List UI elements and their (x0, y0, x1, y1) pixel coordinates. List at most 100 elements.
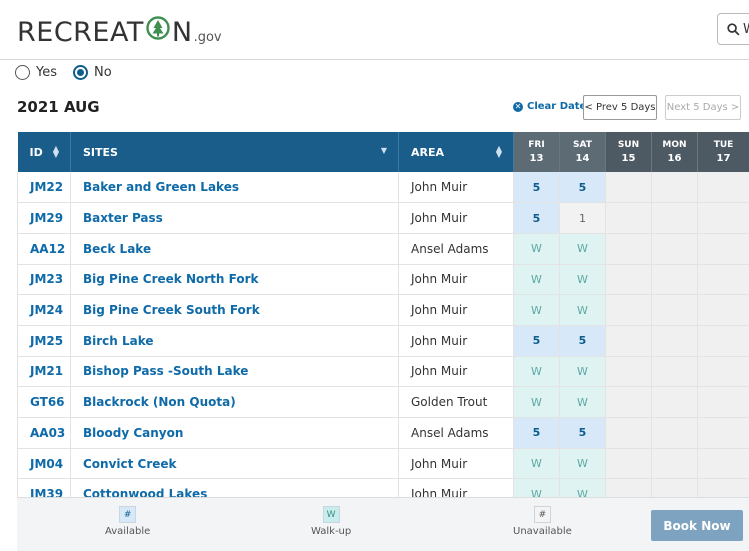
availability-cell[interactable]: 5 (513, 325, 560, 357)
day-header-sun-15: SUN 15 (605, 132, 652, 172)
availability-cell (605, 172, 652, 204)
availability-cell[interactable]: W (513, 356, 560, 388)
column-header-id[interactable]: ID ▲ ▼ (17, 132, 71, 172)
radio-yes-circle[interactable] (15, 65, 30, 80)
radio-no[interactable]: No (73, 65, 112, 80)
legend-walkup: W Walk-up (311, 506, 351, 537)
table-row: JM24 Big Pine Creek South Fork John Muir W W (17, 294, 749, 326)
site-name-link[interactable]: Bloody Canyon (70, 417, 399, 449)
site-name-link[interactable]: Baker and Green Lakes (70, 172, 399, 204)
site-name-link[interactable]: Birch Lake (70, 325, 399, 357)
search-input[interactable]: W (717, 13, 749, 45)
month-title: 2021 AUG (17, 98, 100, 116)
availability-cell[interactable]: W (513, 448, 560, 480)
availability-cell: 1 (559, 202, 606, 234)
site-id-link[interactable]: JM24 (17, 294, 71, 326)
search-icon (727, 22, 740, 35)
site-name-link[interactable]: Big Pine Creek South Fork (70, 294, 399, 326)
availability-cell[interactable]: W (513, 386, 560, 418)
availability-cell[interactable]: 5 (513, 202, 560, 234)
table-row: JM23 Big Pine Creek North Fork John Muir W W (17, 264, 749, 296)
availability-cell[interactable]: W (513, 294, 560, 326)
next-5-days-button[interactable]: Next 5 Days > (665, 95, 741, 120)
site-id-link[interactable]: GT66 (17, 386, 71, 418)
site-id-link[interactable]: AA12 (17, 233, 71, 265)
availability-cell[interactable]: 5 (559, 417, 606, 449)
day-header-sat-14: SAT 14 (559, 132, 606, 172)
site-name-link[interactable]: Bishop Pass -South Lake (70, 356, 399, 388)
availability-cell[interactable]: W (559, 478, 606, 497)
site-name-link[interactable]: Cottonwood Lakes (70, 478, 399, 497)
day-date: 15 (621, 153, 636, 164)
availability-cell[interactable]: W (513, 264, 560, 296)
site-id-link[interactable]: JM29 (17, 202, 71, 234)
table-row: GT66 Blackrock (Non Quota) Golden Trout W W (17, 386, 749, 418)
day-date: 13 (529, 153, 544, 164)
recreation-gov-logo[interactable]: RECRE AT N .gov (17, 15, 222, 48)
day-date: 14 (575, 153, 590, 164)
radio-no-circle[interactable] (73, 65, 88, 80)
availability-table-container[interactable]: ID ▲ ▼ SITES ▼ AREA ▲ ▼ FRI 13 SAT 14 SUN 15 MON… (17, 132, 749, 497)
availability-cell (605, 294, 652, 326)
availability-cell[interactable]: 5 (513, 172, 560, 204)
column-header-area-label: AREA (411, 145, 445, 159)
sort-icon[interactable]: ▲ ▼ (53, 145, 59, 159)
availability-cell (697, 172, 749, 204)
availability-cell (651, 264, 698, 296)
site-id-link[interactable]: JM25 (17, 325, 71, 357)
column-header-area[interactable]: AREA ▲ ▼ (398, 132, 514, 172)
site-name-link[interactable]: Big Pine Creek North Fork (70, 264, 399, 296)
radio-yes[interactable]: Yes (15, 65, 57, 80)
availability-cell (605, 356, 652, 388)
close-icon: ✕ (513, 101, 523, 112)
legend-available: # Available (105, 506, 150, 537)
prev-5-days-button[interactable]: < Prev 5 Days (583, 95, 657, 120)
radio-yes-label: Yes (36, 65, 57, 80)
site-id-link[interactable]: JM04 (17, 448, 71, 480)
availability-cell[interactable]: 5 (559, 325, 606, 357)
site-id-link[interactable]: JM23 (17, 264, 71, 296)
availability-cell[interactable]: W (513, 478, 560, 497)
logo-text-mid: AT (110, 17, 144, 48)
site-id-link[interactable]: JM39 (17, 478, 71, 497)
availability-cell[interactable]: W (559, 264, 606, 296)
site-id-link[interactable]: JM22 (17, 172, 71, 204)
availability-cell[interactable]: W (559, 386, 606, 418)
site-name-link[interactable]: Convict Creek (70, 448, 399, 480)
availability-cell[interactable]: W (559, 233, 606, 265)
legend-swatch-available: # (119, 506, 137, 523)
availability-cell (651, 325, 698, 357)
sort-icon[interactable]: ▲ ▼ (496, 145, 502, 159)
day-date: 17 (716, 153, 731, 164)
availability-cell (651, 202, 698, 234)
site-area: John Muir (398, 294, 514, 326)
availability-cell[interactable]: W (559, 448, 606, 480)
book-now-button[interactable]: Book Now (651, 510, 743, 541)
availability-cell (697, 325, 749, 357)
clear-dates-link[interactable]: ✕ Clear Dates (513, 101, 592, 112)
site-area: John Muir (398, 478, 514, 497)
site-name-link[interactable]: Beck Lake (70, 233, 399, 265)
column-header-sites[interactable]: SITES ▼ (70, 132, 399, 172)
availability-cell[interactable]: 5 (559, 172, 606, 204)
site-name-link[interactable]: Baxter Pass (70, 202, 399, 234)
day-dow: MON (662, 140, 687, 150)
site-header: RECREAT N.gov W (0, 0, 749, 60)
table-row: AA12 Beck Lake Ansel Adams W W (17, 233, 749, 265)
site-id-link[interactable]: JM21 (17, 356, 71, 388)
availability-cell[interactable]: W (559, 356, 606, 388)
site-name-link[interactable]: Blackrock (Non Quota) (70, 386, 399, 418)
table-row: JM22 Baker and Green Lakes John Muir 5 5 (17, 172, 749, 204)
table-row: JM25 Birch Lake John Muir 5 5 (17, 325, 749, 357)
availability-cell[interactable]: 5 (513, 417, 560, 449)
site-id-link[interactable]: AA03 (17, 417, 71, 449)
availability-cell (651, 356, 698, 388)
day-dow: SAT (573, 140, 592, 150)
legend-swatch-walkup: W (322, 506, 340, 523)
legend-label-unavailable: Unavailable (513, 526, 572, 537)
day-header-mon-16: MON 16 (651, 132, 698, 172)
availability-cell (605, 233, 652, 265)
sort-down-icon[interactable]: ▼ (381, 147, 387, 155)
availability-cell[interactable]: W (513, 233, 560, 265)
availability-cell[interactable]: W (559, 294, 606, 326)
